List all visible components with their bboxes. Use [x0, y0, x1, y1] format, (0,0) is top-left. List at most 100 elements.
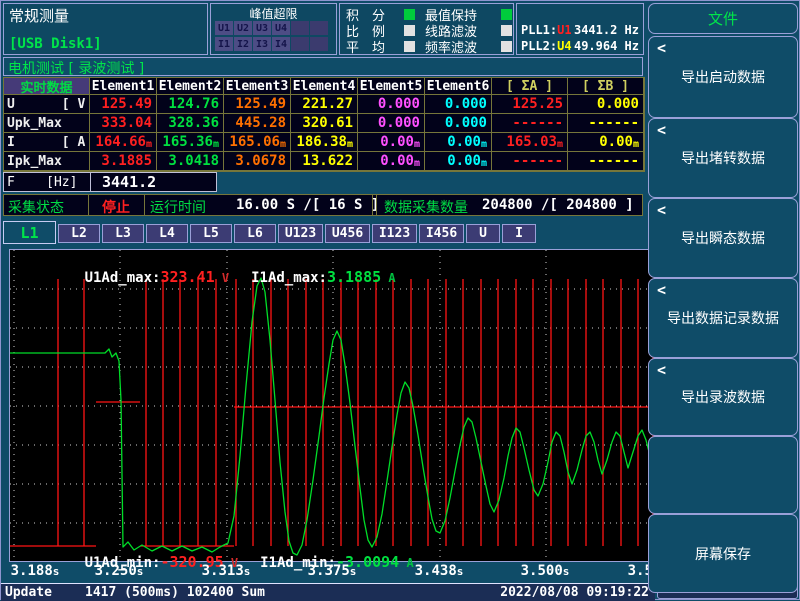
peak-over-limit-title: 峰值超限 [211, 5, 336, 22]
peak-cell-U3: U3 [253, 21, 271, 35]
u1-trace [10, 279, 654, 546]
measurement-value: 0.00m [425, 152, 492, 171]
chevron-left-icon: < [657, 39, 666, 57]
table-header-ΣA: [ ΣA ] [492, 78, 568, 95]
u-max-label: U1Ad_max: [85, 270, 161, 286]
measurement-value: 13.622 [291, 152, 358, 171]
line-filter-indicator[interactable] [501, 25, 512, 36]
measurement-value: 0.000 [358, 114, 425, 133]
mode-panel: 常规测量 [USB Disk1] [3, 3, 208, 55]
pll2-label: PLL2: [521, 39, 557, 53]
export-start-data-button[interactable]: 导出启动数据< [648, 36, 798, 118]
peak-cell-empty [291, 21, 309, 35]
file-menu-button[interactable]: 文件 [648, 3, 798, 34]
waveform-display: U1Ad_max:323.41 VI1Ad_max:3.1885 A U1Ad_… [9, 249, 655, 562]
tab-L6[interactable]: L6 [234, 224, 276, 243]
export-stall-data-button[interactable]: 导出堵转数据< [648, 118, 798, 198]
time-tick-label: 3.313s [194, 563, 258, 579]
test-mode-bar: 电机测试 [ 录波测试 ] [3, 57, 643, 76]
tab-L2[interactable]: L2 [58, 224, 100, 243]
max-hold-indicator[interactable] [501, 9, 512, 20]
row-label: I [ A ] [4, 133, 90, 152]
chevron-left-icon: < [657, 121, 666, 139]
table-header-Element5: Element5 [358, 78, 425, 95]
tab-L5[interactable]: L5 [190, 224, 232, 243]
tab-I[interactable]: I [502, 224, 536, 243]
measurement-value: 165.06m [224, 133, 291, 152]
tab-L4[interactable]: L4 [146, 224, 188, 243]
measurement-value: 221.27 [291, 95, 358, 114]
export-transient-data-button[interactable]: 导出瞬态数据< [648, 198, 798, 278]
i-max-value: 3.1885 [327, 268, 381, 286]
power-analyzer-screen: 常规测量 [USB Disk1] 峰值超限 U1U2U3U4I1I2I3I4 积… [0, 0, 800, 600]
chevron-left-icon: < [657, 201, 666, 219]
integral-indicator[interactable] [404, 9, 415, 20]
measurement-value: 165.36m [157, 133, 224, 152]
time-tick-label: 3.375s [300, 563, 364, 579]
tab-I123[interactable]: I123 [372, 224, 417, 243]
tab-L3[interactable]: L3 [102, 224, 144, 243]
export-waveform-data-button[interactable]: 导出录波数据< [648, 358, 798, 436]
measurement-value: 445.28 [224, 114, 291, 133]
table-header-Element1: Element1 [90, 78, 157, 95]
acq-status-label: 采集状态 [8, 197, 64, 217]
channel-tabs: L1L2L3L4L5L6U123U456I123I456UI [3, 221, 643, 245]
measurement-value: 3.1885 [90, 152, 157, 171]
sample-count-label: 数据采集数量 [384, 197, 468, 217]
table-header-Element4: Element4 [291, 78, 358, 95]
table-header-Element6: Element6 [425, 78, 492, 95]
peak-row-u: U1U2U3U4 [215, 21, 328, 35]
export-datalog-data-button[interactable]: 导出数据记录数据< [648, 278, 798, 358]
measurement-value: 0.00m [358, 152, 425, 171]
tab-L1[interactable]: L1 [3, 221, 56, 244]
tab-U123[interactable]: U123 [278, 224, 323, 243]
frequency-value: 3441.2 [102, 173, 156, 191]
u-max-unit: V [222, 271, 229, 285]
measurement-value: 333.04 [90, 114, 157, 133]
pll1-label: PLL1: [521, 23, 557, 37]
freq-filter-indicator[interactable] [501, 41, 512, 52]
tab-U[interactable]: U [466, 224, 500, 243]
average-indicator[interactable] [404, 41, 415, 52]
time-tick-label: 3.500s [513, 563, 577, 579]
i-max-label: I1Ad_max: [251, 270, 327, 286]
peak-cell-I3: I3 [253, 37, 271, 51]
tab-U456[interactable]: U456 [325, 224, 370, 243]
acquisition-status-bar: 采集状态 停止 运行时间 16.00 S /[ 16 S ] 数据采集数量 20… [3, 194, 643, 216]
screen-save-button[interactable]: 屏幕保存 [648, 514, 798, 593]
table-header-ΣB: [ ΣB ] [568, 78, 644, 95]
measure-toggles-panel: 积 分最值保持比 例线路滤波平 均频率滤波 [339, 3, 514, 55]
measurement-value: 328.36 [157, 114, 224, 133]
time-tick-label: 3.438s [407, 563, 471, 579]
table-header-Element3: Element3 [224, 78, 291, 95]
measurement-table: 实时数据Element1Element2Element3Element4Elem… [3, 77, 645, 172]
chevron-left-icon: < [657, 361, 666, 379]
status-footer: Update 1417 (500ms) 102400 Sum 2022/08/0… [1, 583, 655, 601]
peak-cell-empty [291, 37, 309, 51]
peak-cell-U4: U4 [272, 21, 290, 35]
measurement-value: ------ [492, 152, 568, 171]
peak-cell-empty [310, 21, 328, 35]
scale-indicator[interactable] [404, 25, 415, 36]
measurement-value: ------ [492, 114, 568, 133]
tab-I456[interactable]: I456 [419, 224, 464, 243]
pll1-value: 3441.2 Hz [574, 23, 639, 37]
measurement-value: 320.61 [291, 114, 358, 133]
measurement-value: 124.76 [157, 95, 224, 114]
measurement-value: 3.0418 [157, 152, 224, 171]
usb-disk-status: [USB Disk1] [9, 36, 102, 52]
measurement-value: 0.000 [568, 95, 644, 114]
row-label: Upk_Max [4, 114, 90, 133]
time-tick-label: 3.250s [87, 563, 151, 579]
measurement-value: 186.38m [291, 133, 358, 152]
measurement-value: 0.00m [358, 133, 425, 152]
measurement-value: 164.66m [90, 133, 157, 152]
measurement-value: 0.000 [425, 95, 492, 114]
measurement-value: 165.03m [492, 133, 568, 152]
update-label: Update [5, 585, 52, 600]
soft-menu: 文件 导出启动数据<导出堵转数据<导出瞬态数据<导出数据记录数据<导出录波数据<… [646, 1, 800, 601]
datetime: 2022/08/08 09:19:22 [500, 585, 649, 600]
toggle-row: 平 均频率滤波 [346, 38, 512, 54]
pll2-value: 49.964 Hz [574, 39, 639, 53]
measurement-value: 3.0678 [224, 152, 291, 171]
